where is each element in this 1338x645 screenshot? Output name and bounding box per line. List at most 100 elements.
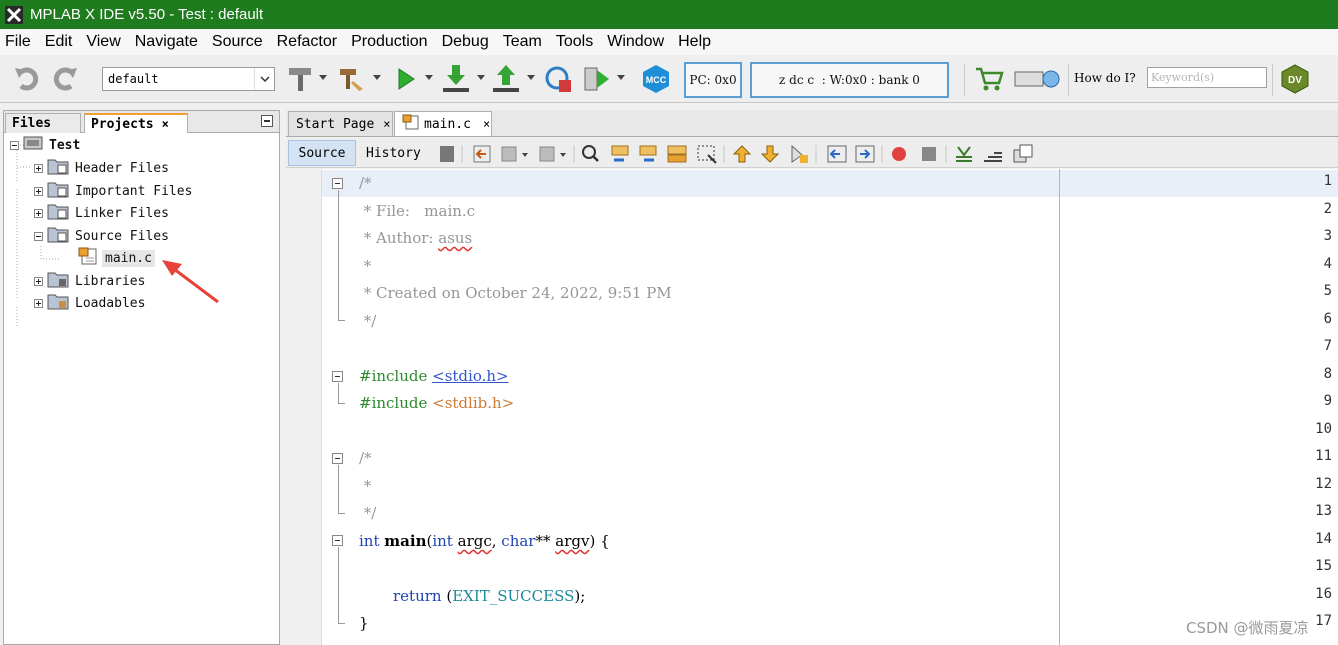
stop-macro-recording-icon[interactable] (922, 147, 936, 161)
shopping-cart-icon[interactable] (972, 64, 1006, 94)
tab-main-c[interactable]: main.c × (394, 111, 492, 136)
menu-edit[interactable]: Edit (45, 33, 73, 51)
expand-icon[interactable] (34, 276, 43, 286)
menu-help[interactable]: Help (678, 33, 711, 51)
debug-dropdown-icon[interactable] (616, 73, 626, 83)
comment-icon[interactable] (956, 146, 972, 162)
tab-projects[interactable]: Projects × (84, 113, 188, 133)
close-icon[interactable]: × (162, 117, 169, 131)
macro: EXIT_SUCCESS (452, 587, 575, 605)
menu-navigate[interactable]: Navigate (135, 33, 198, 51)
menu-source[interactable]: Source (212, 33, 263, 51)
find-next-icon[interactable] (639, 145, 657, 162)
menu-window[interactable]: Window (607, 33, 664, 51)
toggle-highlight-icon[interactable] (667, 145, 687, 163)
diff-icon[interactable] (1013, 144, 1033, 163)
menu-tools[interactable]: Tools (556, 33, 593, 51)
start-macro-recording-icon[interactable] (892, 147, 906, 161)
last-edit-icon[interactable] (440, 146, 454, 162)
code-line-13: */ (359, 504, 377, 522)
author-name: asus (438, 229, 473, 247)
uncomment-icon[interactable] (984, 152, 1002, 162)
how-do-i-label: How do I? (1074, 71, 1136, 85)
main-toolbar: default MCC PC: 0x0 z dc c: W:0x0: ban… (0, 55, 1338, 103)
read-dropdown-icon[interactable] (526, 73, 536, 83)
folder-libraries[interactable]: Libraries (34, 271, 145, 291)
expand-icon[interactable] (34, 298, 43, 308)
clean-dropdown-icon[interactable] (372, 73, 382, 83)
find-previous-icon[interactable] (611, 145, 629, 162)
build-hammer-icon[interactable] (286, 64, 314, 94)
folder-icon (47, 202, 69, 224)
line-number: 15 (1315, 558, 1332, 574)
tab-start-page[interactable]: Start Page × (288, 111, 393, 136)
menu-view[interactable]: View (86, 33, 120, 51)
clean-build-icon[interactable] (336, 64, 366, 94)
comment-text: * Author: (359, 229, 439, 247)
folder-linker-files[interactable]: Linker Files (34, 203, 169, 223)
hold-reset-icon[interactable] (542, 62, 574, 96)
back-history-icon[interactable] (501, 146, 528, 162)
file-main-c[interactable]: main.c (78, 247, 155, 269)
close-icon[interactable]: × (383, 117, 390, 131)
mcc-icon[interactable]: MCC (640, 63, 672, 95)
projects-panel: Files Projects × Test Header Files Impor… (3, 110, 280, 645)
folder-source-files[interactable]: Source Files (34, 226, 169, 246)
menu-debug[interactable]: Debug (442, 33, 489, 51)
build-dropdown-icon[interactable] (318, 73, 328, 83)
undo-icon[interactable] (12, 65, 42, 93)
menu-production[interactable]: Production (351, 33, 428, 51)
tab-files[interactable]: Files (5, 113, 81, 133)
fold-end-marker (338, 513, 345, 514)
mplab-logo-icon (4, 5, 24, 25)
expand-icon[interactable] (34, 163, 43, 173)
collapse-icon[interactable] (34, 231, 43, 241)
back-icon[interactable] (473, 145, 491, 163)
collapse-icon[interactable] (10, 140, 19, 150)
history-view-tab[interactable]: History (366, 140, 421, 166)
line-number: 12 (1315, 476, 1332, 492)
fold-toggle-icon[interactable] (332, 178, 343, 189)
run-icon[interactable] (394, 65, 418, 93)
shift-left-icon[interactable] (827, 145, 847, 163)
c-source-file-icon (78, 247, 98, 269)
forward-history-icon[interactable] (539, 146, 566, 162)
configuration-select[interactable]: default (102, 67, 275, 91)
code-editor[interactable]: 1 2 3 4 5 6 7 8 9 10 11 12 13 14 15 16 1… (286, 169, 1338, 645)
program-device-icon[interactable] (440, 62, 472, 96)
project-node-test[interactable]: Test (10, 135, 80, 155)
keyword-search-input[interactable]: Keyword(s) (1147, 67, 1267, 88)
next-bookmark-icon[interactable] (760, 145, 780, 163)
code-line-2: * File: main.c (359, 202, 476, 220)
minimize-panel-button[interactable] (261, 115, 273, 127)
fold-toggle-icon[interactable] (332, 535, 343, 546)
file-name-label: main.c (102, 249, 155, 267)
run-dropdown-icon[interactable] (424, 73, 434, 83)
previous-bookmark-icon[interactable] (732, 145, 752, 163)
program-dropdown-icon[interactable] (476, 73, 486, 83)
find-icon[interactable] (582, 145, 599, 162)
expand-icon[interactable] (34, 186, 43, 196)
menu-file[interactable]: File (5, 33, 31, 51)
folder-label: Source Files (75, 228, 169, 244)
toggle-bookmark-icon[interactable] (791, 144, 808, 163)
folder-loadables[interactable]: Loadables (34, 293, 145, 313)
menu-refactor[interactable]: Refactor (277, 33, 337, 51)
device-web-icon[interactable] (1012, 66, 1062, 92)
folder-header-files[interactable]: Header Files (34, 158, 169, 178)
read-device-icon[interactable] (490, 62, 522, 96)
close-icon[interactable]: × (483, 117, 490, 131)
data-visualizer-icon[interactable]: DV (1280, 63, 1310, 95)
keyword: int (359, 532, 380, 550)
expand-icon[interactable] (34, 208, 43, 218)
fold-toggle-icon[interactable] (332, 453, 343, 464)
toggle-rect-select-icon[interactable] (697, 145, 717, 164)
redo-icon[interactable] (50, 65, 80, 93)
folder-important-files[interactable]: Important Files (34, 181, 192, 201)
fold-toggle-icon[interactable] (332, 371, 343, 382)
menu-team[interactable]: Team (503, 33, 542, 51)
include-header-link[interactable]: <stdio.h> (432, 367, 508, 385)
shift-right-icon[interactable] (855, 145, 875, 163)
debug-project-icon[interactable] (582, 63, 612, 95)
source-view-tab[interactable]: Source (288, 140, 356, 166)
